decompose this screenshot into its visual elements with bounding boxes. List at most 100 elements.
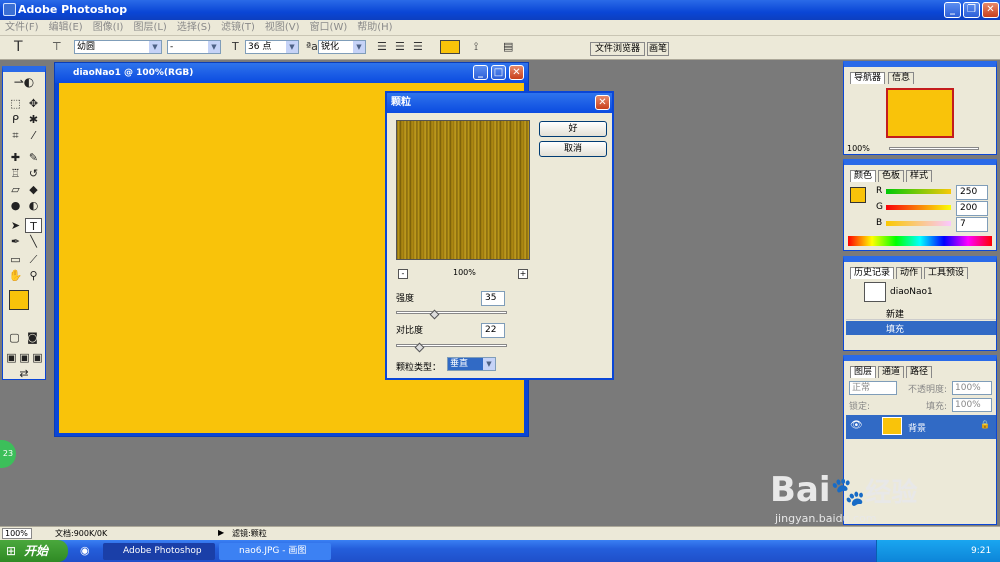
history-item-fill[interactable]: 填充 <box>846 321 996 335</box>
contrast-input[interactable]: 22 <box>481 323 505 338</box>
b-input[interactable]: 7 <box>956 217 988 232</box>
jump-to-imageready-icon[interactable]: ⇄ <box>7 366 41 381</box>
eyedropper-tool-icon[interactable]: ⟋ <box>25 252 42 267</box>
hand-tool-icon[interactable]: ✋ <box>7 268 24 283</box>
history-snapshot-name[interactable]: diaoNao1 <box>890 287 933 297</box>
path-selection-tool-icon[interactable]: ➤ <box>7 218 24 233</box>
clone-stamp-tool-icon[interactable]: ♖ <box>7 166 24 181</box>
intensity-slider-track[interactable] <box>396 311 507 314</box>
pen-tool-icon[interactable]: ✒ <box>7 234 24 249</box>
taskbar-task-paint[interactable]: nao6.JPG - 画图 <box>219 543 331 560</box>
paint-bucket-tool-icon[interactable]: ◆ <box>25 182 42 197</box>
align-left-icon[interactable]: ☰ <box>377 40 387 53</box>
adobe-online-icon[interactable]: ⇀◐ <box>6 75 42 90</box>
ok-button[interactable]: 好 <box>539 121 607 137</box>
history-item-new[interactable]: 新建 <box>846 306 996 320</box>
notes-tool-icon[interactable]: ▭ <box>7 252 24 267</box>
antialias-select[interactable]: 锐化 ▼ <box>318 40 366 54</box>
tab-navigator[interactable]: 导航器 <box>850 72 886 84</box>
eraser-tool-icon[interactable]: ▱ <box>7 182 24 197</box>
filter-preview[interactable] <box>396 120 530 260</box>
screen-mode-full-menu-icon[interactable]: ▣ <box>18 350 31 365</box>
contrast-slider-track[interactable] <box>396 344 507 347</box>
menu-view[interactable]: 视图(V) <box>260 20 305 36</box>
text-orientation-icon[interactable]: ⊤ <box>52 40 62 53</box>
menu-file[interactable]: 文件(F) <box>0 20 44 36</box>
align-center-icon[interactable]: ☰ <box>395 40 405 53</box>
type-tool-icon[interactable]: T <box>14 39 23 55</box>
move-tool-icon[interactable]: ✥ <box>25 96 42 111</box>
fill-input[interactable]: 100% <box>952 398 992 412</box>
b-slider[interactable] <box>886 221 951 226</box>
standard-mode-icon[interactable]: ▢ <box>6 330 23 345</box>
tab-color[interactable]: 颜色 <box>850 170 877 182</box>
g-input[interactable]: 200 <box>956 201 988 216</box>
opacity-input[interactable]: 100% <box>952 381 992 395</box>
foreground-color-swatch[interactable] <box>9 290 29 310</box>
zoom-tool-icon[interactable]: ⚲ <box>25 268 42 283</box>
menu-help[interactable]: 帮助(H) <box>352 20 397 36</box>
healing-brush-tool-icon[interactable]: ✚ <box>7 150 24 165</box>
tab-info[interactable]: 信息 <box>888 72 915 84</box>
menu-image[interactable]: 图像(I) <box>88 20 129 36</box>
warp-text-icon[interactable]: ⟟ <box>474 40 478 54</box>
r-slider[interactable] <box>886 189 951 194</box>
g-slider[interactable] <box>886 205 951 210</box>
tab-file-browser[interactable]: 文件浏览器 <box>590 42 645 56</box>
crop-tool-icon[interactable]: ⌗ <box>7 128 24 143</box>
history-snapshot-thumbnail[interactable] <box>864 282 886 302</box>
dodge-tool-icon[interactable]: ◐ <box>25 198 42 213</box>
marquee-tool-icon[interactable]: ⬚ <box>7 96 24 111</box>
document-maximize-button[interactable]: □ <box>491 65 506 80</box>
blur-tool-icon[interactable]: ● <box>7 198 24 213</box>
grain-type-select[interactable]: 垂直 ▼ <box>447 357 496 371</box>
layer-row-background[interactable]: 👁 背景 🔒 <box>846 415 996 439</box>
menu-edit[interactable]: 编辑(E) <box>44 20 88 36</box>
tab-history[interactable]: 历史记录 <box>850 267 895 279</box>
tab-swatches[interactable]: 色板 <box>878 170 905 182</box>
font-size-select[interactable]: 36 点 ▼ <box>245 40 299 54</box>
color-foreground-swatch[interactable] <box>850 187 866 203</box>
brush-tool-icon[interactable]: ✎ <box>25 150 42 165</box>
history-brush-tool-icon[interactable]: ↺ <box>25 166 42 181</box>
cancel-button[interactable]: 取消 <box>539 141 607 157</box>
navigator-zoom-slider[interactable] <box>889 147 979 150</box>
minimize-button[interactable]: _ <box>944 2 961 18</box>
menu-filter[interactable]: 滤镜(T) <box>216 20 260 36</box>
status-arrow-icon[interactable]: ▶ <box>218 528 224 537</box>
type-tool-icon[interactable]: T <box>25 218 42 233</box>
tab-layers[interactable]: 图层 <box>850 366 877 378</box>
taskbar-task-photoshop[interactable]: Adobe Photoshop <box>103 543 215 560</box>
magic-wand-tool-icon[interactable]: ✱ <box>25 112 42 127</box>
status-zoom[interactable]: 100% <box>2 528 32 539</box>
line-tool-icon[interactable]: ╲ <box>25 234 42 249</box>
font-style-select[interactable]: - ▼ <box>167 40 221 54</box>
menu-layer[interactable]: 图层(L) <box>128 20 171 36</box>
slice-tool-icon[interactable]: ⁄ <box>25 128 42 143</box>
quick-launch-icon[interactable]: ◉ <box>80 544 90 557</box>
quick-mask-icon[interactable]: ◙ <box>24 330 41 345</box>
document-close-button[interactable]: ✕ <box>509 65 524 80</box>
dialog-close-button[interactable]: ✕ <box>595 95 610 110</box>
tab-styles[interactable]: 样式 <box>906 170 933 182</box>
zoom-out-button[interactable]: - <box>398 269 408 279</box>
close-button[interactable]: ✕ <box>982 2 999 18</box>
menu-window[interactable]: 窗口(W) <box>305 20 353 36</box>
r-input[interactable]: 250 <box>956 185 988 200</box>
blend-mode-select[interactable]: 正常 <box>849 381 897 395</box>
menu-select[interactable]: 选择(S) <box>172 20 216 36</box>
eye-icon[interactable]: 👁 <box>850 420 863 431</box>
screen-mode-standard-icon[interactable]: ▣ <box>5 350 18 365</box>
screen-mode-full-icon[interactable]: ▣ <box>31 350 44 365</box>
zoom-in-button[interactable]: + <box>518 269 528 279</box>
align-right-icon[interactable]: ☰ <box>413 40 423 53</box>
lasso-tool-icon[interactable]: ᑭ <box>7 112 24 127</box>
restore-button[interactable]: ❐ <box>963 2 980 18</box>
intensity-input[interactable]: 35 <box>481 291 505 306</box>
tab-channels[interactable]: 通道 <box>878 366 905 378</box>
status-doc-size[interactable]: 文档:900K/0K <box>55 528 107 539</box>
tab-paths[interactable]: 路径 <box>906 366 933 378</box>
text-color-swatch[interactable] <box>440 40 460 54</box>
tab-tool-presets[interactable]: 工具预设 <box>924 267 969 279</box>
palette-toggle-icon[interactable]: ▤ <box>503 40 513 53</box>
